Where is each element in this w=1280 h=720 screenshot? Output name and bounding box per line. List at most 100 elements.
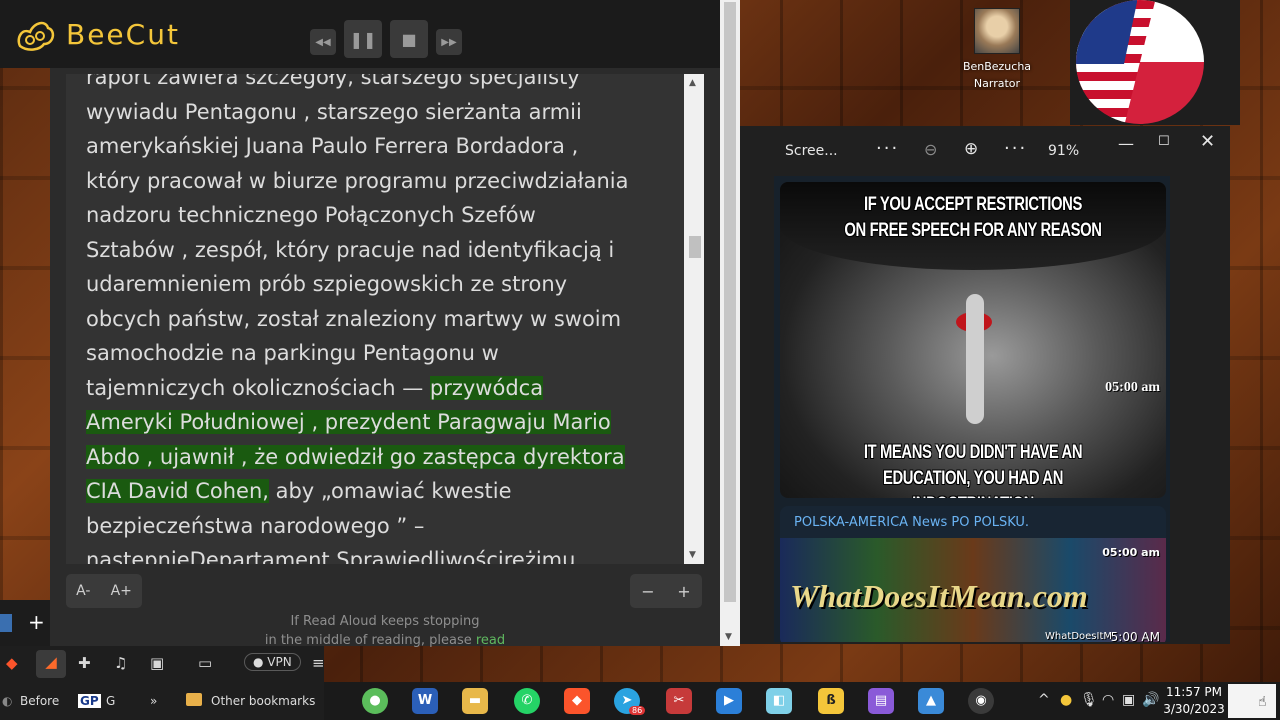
brave-shield-icon[interactable]: ◆ xyxy=(6,654,18,672)
rewind-button[interactable]: ◀◀ xyxy=(310,29,336,55)
reader-line: samochodzie na parkingu Pentagonu w xyxy=(86,336,684,371)
3d-viewer-icon[interactable]: ◧ xyxy=(766,688,792,714)
other-bookmarks[interactable]: Other bookmarks xyxy=(211,694,315,708)
volume-icon[interactable]: 🔊 xyxy=(1142,692,1159,708)
menu-icon[interactable]: ≡ xyxy=(312,654,325,672)
text-segment: następnieDepartament Sprawiedliwościreżi… xyxy=(86,548,576,564)
photos-icon[interactable]: ▲ xyxy=(918,688,944,714)
bookmark-icon[interactable]: ◐ xyxy=(2,694,12,708)
meme-timestamp: 05:00 am xyxy=(1105,380,1160,395)
clock-time: 11:57 PM xyxy=(1166,685,1222,699)
extensions-icon[interactable]: ✚ xyxy=(78,654,91,672)
maximize-icon[interactable]: ☐ xyxy=(1158,134,1170,149)
reader-scroll-thumb[interactable] xyxy=(689,236,701,258)
stop-button[interactable]: ■ xyxy=(390,20,428,58)
tab-favicon-icon[interactable] xyxy=(0,614,12,632)
pause-button[interactable]: ❚❚ xyxy=(344,20,382,58)
us-poland-flag-image xyxy=(1070,0,1240,125)
read-link[interactable]: read xyxy=(476,633,505,648)
playlist-icon[interactable]: ♫ xyxy=(114,654,127,672)
snipping-tool-icon[interactable]: ✂ xyxy=(666,688,692,714)
folder-app-icon[interactable]: ▤ xyxy=(868,688,894,714)
zoom-in-icon[interactable]: ⊕ xyxy=(964,139,978,159)
reader-text-area[interactable]: raport zawiera szczegóły, starszego spec… xyxy=(66,74,704,564)
post-site-label: WhatDoesItM xyxy=(1045,631,1112,642)
tray-app-icon[interactable]: ● xyxy=(1060,692,1072,708)
more-bookmarks-icon[interactable]: » xyxy=(150,694,157,708)
file-explorer-icon[interactable]: ▬ xyxy=(462,688,488,714)
channel-post[interactable]: POLSKA-AMERICA News PO POLSKU. 05:00 am … xyxy=(780,506,1166,642)
network-icon[interactable]: ▣ xyxy=(1122,692,1135,708)
overflow-menu-icon[interactable]: ··· xyxy=(1004,138,1027,159)
wifi-icon[interactable]: ◠ xyxy=(1102,692,1114,708)
beecut-title-bar: BeeCut ◀◀ ❚❚ ■ ▶▶ xyxy=(0,0,720,68)
window-scroll-down-icon[interactable]: ▼ xyxy=(725,632,732,642)
narrator-avatar xyxy=(974,8,1020,54)
speed-increase-button[interactable]: + xyxy=(677,582,690,601)
read-aloud-extension-icon[interactable]: ◢ xyxy=(36,650,66,678)
sidebar-icon[interactable]: ▣ xyxy=(150,654,164,672)
wallet-icon[interactable]: ▭ xyxy=(198,654,212,672)
beecut-logo xyxy=(12,14,58,54)
reader-line: Ameryki Południowej , prezydent Paragwaj… xyxy=(86,405,684,440)
post-image[interactable]: 05:00 am WhatDoesItMean.com WhatDoesItM … xyxy=(780,538,1166,642)
help-note: If Read Aloud keeps stopping in the midd… xyxy=(250,612,520,650)
close-icon[interactable]: ✕ xyxy=(1200,131,1215,152)
highlighted-segment: CIA David Cohen, xyxy=(86,479,269,503)
reader-line: amerykańskiej Juana Paulo Ferrera Bordad… xyxy=(86,129,684,164)
reader-line: Sztabów , zespół, który pracuje nad iden… xyxy=(86,233,684,268)
narrator-name: BenBezucha xyxy=(962,60,1032,73)
vpn-button[interactable]: ● VPN xyxy=(244,653,301,671)
channel-name[interactable]: POLSKA-AMERICA News PO POLSKU. xyxy=(794,515,1029,530)
brave-browser-icon[interactable]: ◆ xyxy=(564,688,590,714)
zoom-out-icon[interactable]: ⊖ xyxy=(924,140,937,159)
word-icon[interactable]: W xyxy=(412,688,438,714)
text-segment: amerykańskiej Juana Paulo Ferrera Bordad… xyxy=(86,134,579,158)
more-options-icon[interactable]: ··· xyxy=(876,138,899,159)
bookmark-gp-icon[interactable]: GP xyxy=(78,694,101,708)
scroll-down-icon[interactable]: ▼ xyxy=(689,550,696,560)
video-player-icon[interactable]: ▶ xyxy=(716,688,742,714)
window-scrollbar[interactable]: ▼ xyxy=(720,0,740,646)
font-increase-button[interactable]: A+ xyxy=(111,583,132,599)
browser-tab-strip: + xyxy=(0,600,50,646)
app-icon-green[interactable]: ● xyxy=(362,688,388,714)
microphone-icon[interactable]: 🎙 xyxy=(1080,692,1098,708)
minimize-icon[interactable]: — xyxy=(1118,134,1134,153)
reader-line: wywiadu Pentagonu , starszego sierżanta … xyxy=(86,95,684,130)
system-clock[interactable]: 11:57 PM 3/30/2023 xyxy=(1162,684,1226,718)
window-scroll-thumb[interactable] xyxy=(724,2,736,602)
reader-scrollbar[interactable]: ▲ ▼ xyxy=(684,74,704,564)
watermark-text: WhatDoesItMean.com xyxy=(790,578,1088,614)
narrator-desktop-icon[interactable]: BenBezucha Narrator xyxy=(962,8,1032,92)
media-app-icon[interactable]: ◉ xyxy=(968,688,994,714)
speed-decrease-button[interactable]: − xyxy=(641,582,654,601)
font-decrease-button[interactable]: A- xyxy=(76,583,90,599)
new-tab-icon[interactable]: + xyxy=(28,610,45,634)
app-name: BeeCut xyxy=(66,17,180,51)
finger-shape xyxy=(966,294,984,424)
clock-date: 3/30/2023 xyxy=(1163,702,1225,716)
cursor-hand-icon: ☝ xyxy=(1258,694,1267,710)
viewer-title: Scree... xyxy=(785,143,838,159)
reader-line: tajemniczych okolicznościach — przywódca xyxy=(86,371,684,406)
notification-area[interactable]: ☝ xyxy=(1228,684,1276,718)
meme-top-caption: IF YOU ACCEPT RESTRICTIONS ON FREE SPEECH… xyxy=(844,194,1102,241)
read-aloud-panel: raport zawiera szczegóły, starszego spec… xyxy=(50,68,720,648)
bookmark-before[interactable]: Before xyxy=(20,694,59,708)
beecut-taskbar-icon[interactable]: ß xyxy=(818,688,844,714)
font-size-controls: A- A+ xyxy=(66,574,142,608)
telegram-badge: 86 xyxy=(629,706,646,715)
text-segment: aby „omawiać kwestie xyxy=(268,479,512,503)
flag-circle xyxy=(1076,0,1204,124)
scroll-up-icon[interactable]: ▲ xyxy=(689,78,696,88)
bookmark-g[interactable]: G xyxy=(106,694,115,708)
fast-forward-button[interactable]: ▶▶ xyxy=(436,29,462,55)
text-segment: wywiadu Pentagonu , starszego sierżanta … xyxy=(86,99,582,124)
show-hidden-icons[interactable]: ^ xyxy=(1038,692,1050,708)
help-note-line1: If Read Aloud keeps stopping xyxy=(290,614,480,629)
highlighted-segment: Ameryki Południowej , prezydent Paragwaj… xyxy=(86,410,611,434)
whatsapp-icon[interactable]: ✆ xyxy=(514,688,540,714)
meme-image: IF YOU ACCEPT RESTRICTIONS ON FREE SPEECH… xyxy=(780,182,1166,498)
reader-line: obcych państw, został znaleziony martwy … xyxy=(86,302,684,337)
